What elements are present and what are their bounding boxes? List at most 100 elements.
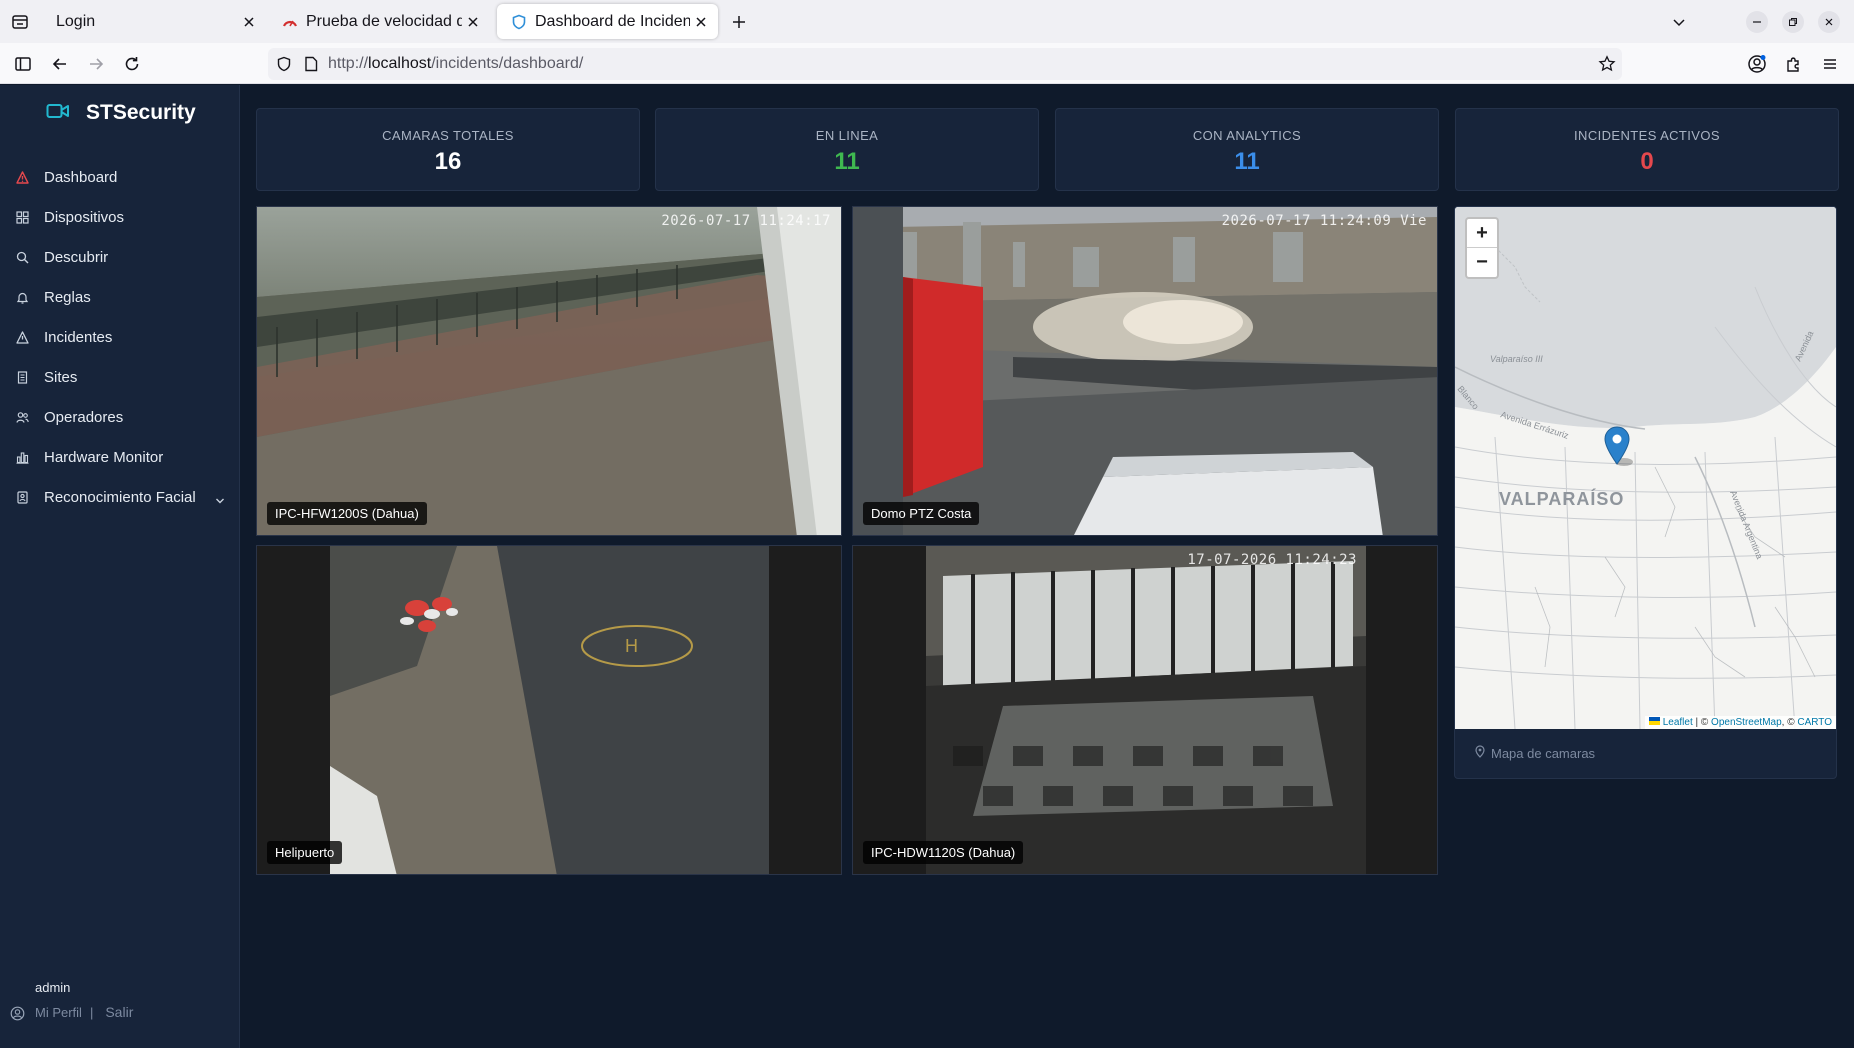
tracking-shield-icon[interactable] [276,56,292,77]
sidebar-item-reglas[interactable]: Reglas [0,279,239,315]
camera-image [853,207,1437,535]
sidebar-item-dashboard[interactable]: Dashboard [0,159,239,195]
bookmark-star-icon[interactable] [1598,55,1616,78]
attribution-separator: , © [1781,717,1798,728]
map-tiles: Valparaíso III Avenida Errázuriz Avenida… [1455,207,1836,729]
ukraine-flag-icon [1648,717,1660,728]
stat-card-active-incidents: INCIDENTES ACTIVOS 0 [1455,108,1839,191]
video-camera-icon [46,102,70,125]
restore-icon[interactable] [1782,11,1804,33]
sidebar-item-label: Hardware Monitor [44,448,164,466]
sidebar-item-incidentes[interactable]: Incidentes [0,319,239,355]
close-tab-icon[interactable] [238,11,260,33]
logout-link[interactable]: Salir [105,1004,133,1020]
stat-value: 0 [1640,148,1654,175]
map-marker[interactable] [1604,426,1633,466]
zoom-out-button[interactable]: − [1467,248,1497,277]
carto-link[interactable]: CARTO [1797,717,1832,728]
camera-timestamp: 2026-07-17 11:24:17 [661,213,831,229]
sidebar-item-operadores[interactable]: Operadores [0,399,239,435]
brand[interactable]: STSecurity [46,101,196,125]
camera-feed-3[interactable]: H Helipuerto [256,545,842,875]
url-host: localhost [368,55,432,72]
sidebar-item-descubrir[interactable]: Descubrir [0,239,239,275]
camera-timestamp: 17-07-2026 11:24:23 [1187,552,1357,568]
username: admin [35,980,71,995]
camera-feed-1[interactable]: 2026-07-17 11:24:17 IPC-HFW1200S (Dahua) [256,206,842,536]
stat-label: EN LINEA [815,128,879,143]
tab-overflow-chevron-icon[interactable] [1668,11,1690,33]
page-info-icon[interactable] [304,56,318,77]
camera-image [853,546,1437,874]
warning-icon [16,330,29,344]
map-place-label: VALPARAÍSO [1499,488,1624,509]
stat-card-online: EN LINEA 11 [655,108,1039,191]
sidebar-toggle-icon[interactable] [10,51,36,77]
search-icon [16,251,29,264]
tab-dashboard[interactable]: Dashboard de Incidentes [497,4,718,39]
sidebar-item-label: Incidentes [44,328,113,346]
map-street-label: Valparaíso III [1490,354,1543,364]
grid-icon [16,210,29,224]
alert-triangle-icon [16,170,29,184]
users-icon [16,411,29,424]
stat-value: 11 [1234,148,1260,175]
camera-timestamp: 2026-07-17 11:24:09 Vie [1221,213,1427,229]
osm-link[interactable]: OpenStreetMap [1711,717,1782,728]
url-bar[interactable]: http://localhost/incidents/dashboard/ [268,48,1622,80]
map-pin-icon [1475,745,1485,761]
sidebar-item-hardware-monitor[interactable]: Hardware Monitor [0,439,239,475]
close-tab-icon[interactable] [462,11,484,33]
hamburger-menu-icon[interactable] [1817,51,1843,77]
tab-login[interactable]: Login [42,4,266,39]
stat-card-total-cameras: CAMARAS TOTALES 16 [256,108,640,191]
url-path: /incidents/dashboard/ [431,55,584,72]
camera-label: IPC-HDW1120S (Dahua) [863,841,1024,864]
profile-link[interactable]: Mi Perfil [35,1005,82,1020]
face-id-icon [16,490,29,504]
chart-icon [16,451,29,464]
tab-speed-test[interactable]: Prueba de velocidad de In [268,4,490,39]
brand-name: STSecurity [86,101,196,124]
sidebar-item-reconocimiento-facial[interactable]: Reconocimiento Facial [0,479,239,515]
minimize-icon[interactable] [1746,11,1768,33]
reload-icon[interactable] [119,51,145,77]
tab-title: Dashboard de Incidentes [535,12,690,30]
stat-value: 16 [434,148,462,175]
speedometer-icon [282,14,298,30]
account-icon[interactable] [1744,51,1770,77]
building-icon [16,370,29,384]
camera-label: Helipuerto [267,841,343,864]
shield-icon [511,14,527,30]
sidebar-item-label: Reglas [44,288,91,306]
back-icon[interactable] [47,51,73,77]
stat-card-analytics: CON ANALYTICS 11 [1055,108,1439,191]
camera-feed-2[interactable]: 2026-07-17 11:24:09 Vie Domo PTZ Costa [852,206,1438,536]
camera-map-card: Valparaíso III Avenida Errázuriz Avenida… [1454,206,1837,779]
sidebar-item-label: Descubrir [44,248,109,266]
camera-map[interactable]: Valparaíso III Avenida Errázuriz Avenida… [1455,207,1836,729]
map-caption: Mapa de camaras [1475,745,1595,761]
camera-feed-4[interactable]: 17-07-2026 11:24:23 IPC-HDW1120S (Dahua) [852,545,1438,875]
main-content: CAMARAS TOTALES 16 EN LINEA 11 CON ANALY… [241,85,1854,1048]
extensions-icon[interactable] [1781,51,1807,77]
divider: | [89,1004,94,1020]
user-panel: admin Mi Perfil | Salir [0,980,239,1040]
leaflet-link[interactable]: Leaflet [1663,717,1693,728]
browser-nav-bar: http://localhost/incidents/dashboard/ [0,43,1854,84]
camera-label: IPC-HFW1200S (Dahua) [267,502,427,525]
new-tab-icon[interactable] [727,10,751,34]
close-window-icon[interactable] [1818,11,1840,33]
close-tab-icon[interactable] [690,11,712,33]
sidebar-item-dispositivos[interactable]: Dispositivos [0,199,239,235]
forward-icon[interactable] [83,51,109,77]
sidebar-item-sites[interactable]: Sites [0,359,239,395]
url-text[interactable]: http://localhost/incidents/dashboard/ [328,55,583,73]
sidebar: STSecurity Dashboard Dispositivos Descub… [0,85,240,1048]
attribution-separator: | © [1692,717,1712,728]
sidebar-item-label: Operadores [44,408,124,426]
tab-title: Prueba de velocidad de In [306,12,462,30]
stat-label: INCIDENTES ACTIVOS [1574,128,1720,143]
zoom-in-button[interactable]: + [1467,219,1497,248]
tab-list-icon[interactable] [8,10,32,34]
